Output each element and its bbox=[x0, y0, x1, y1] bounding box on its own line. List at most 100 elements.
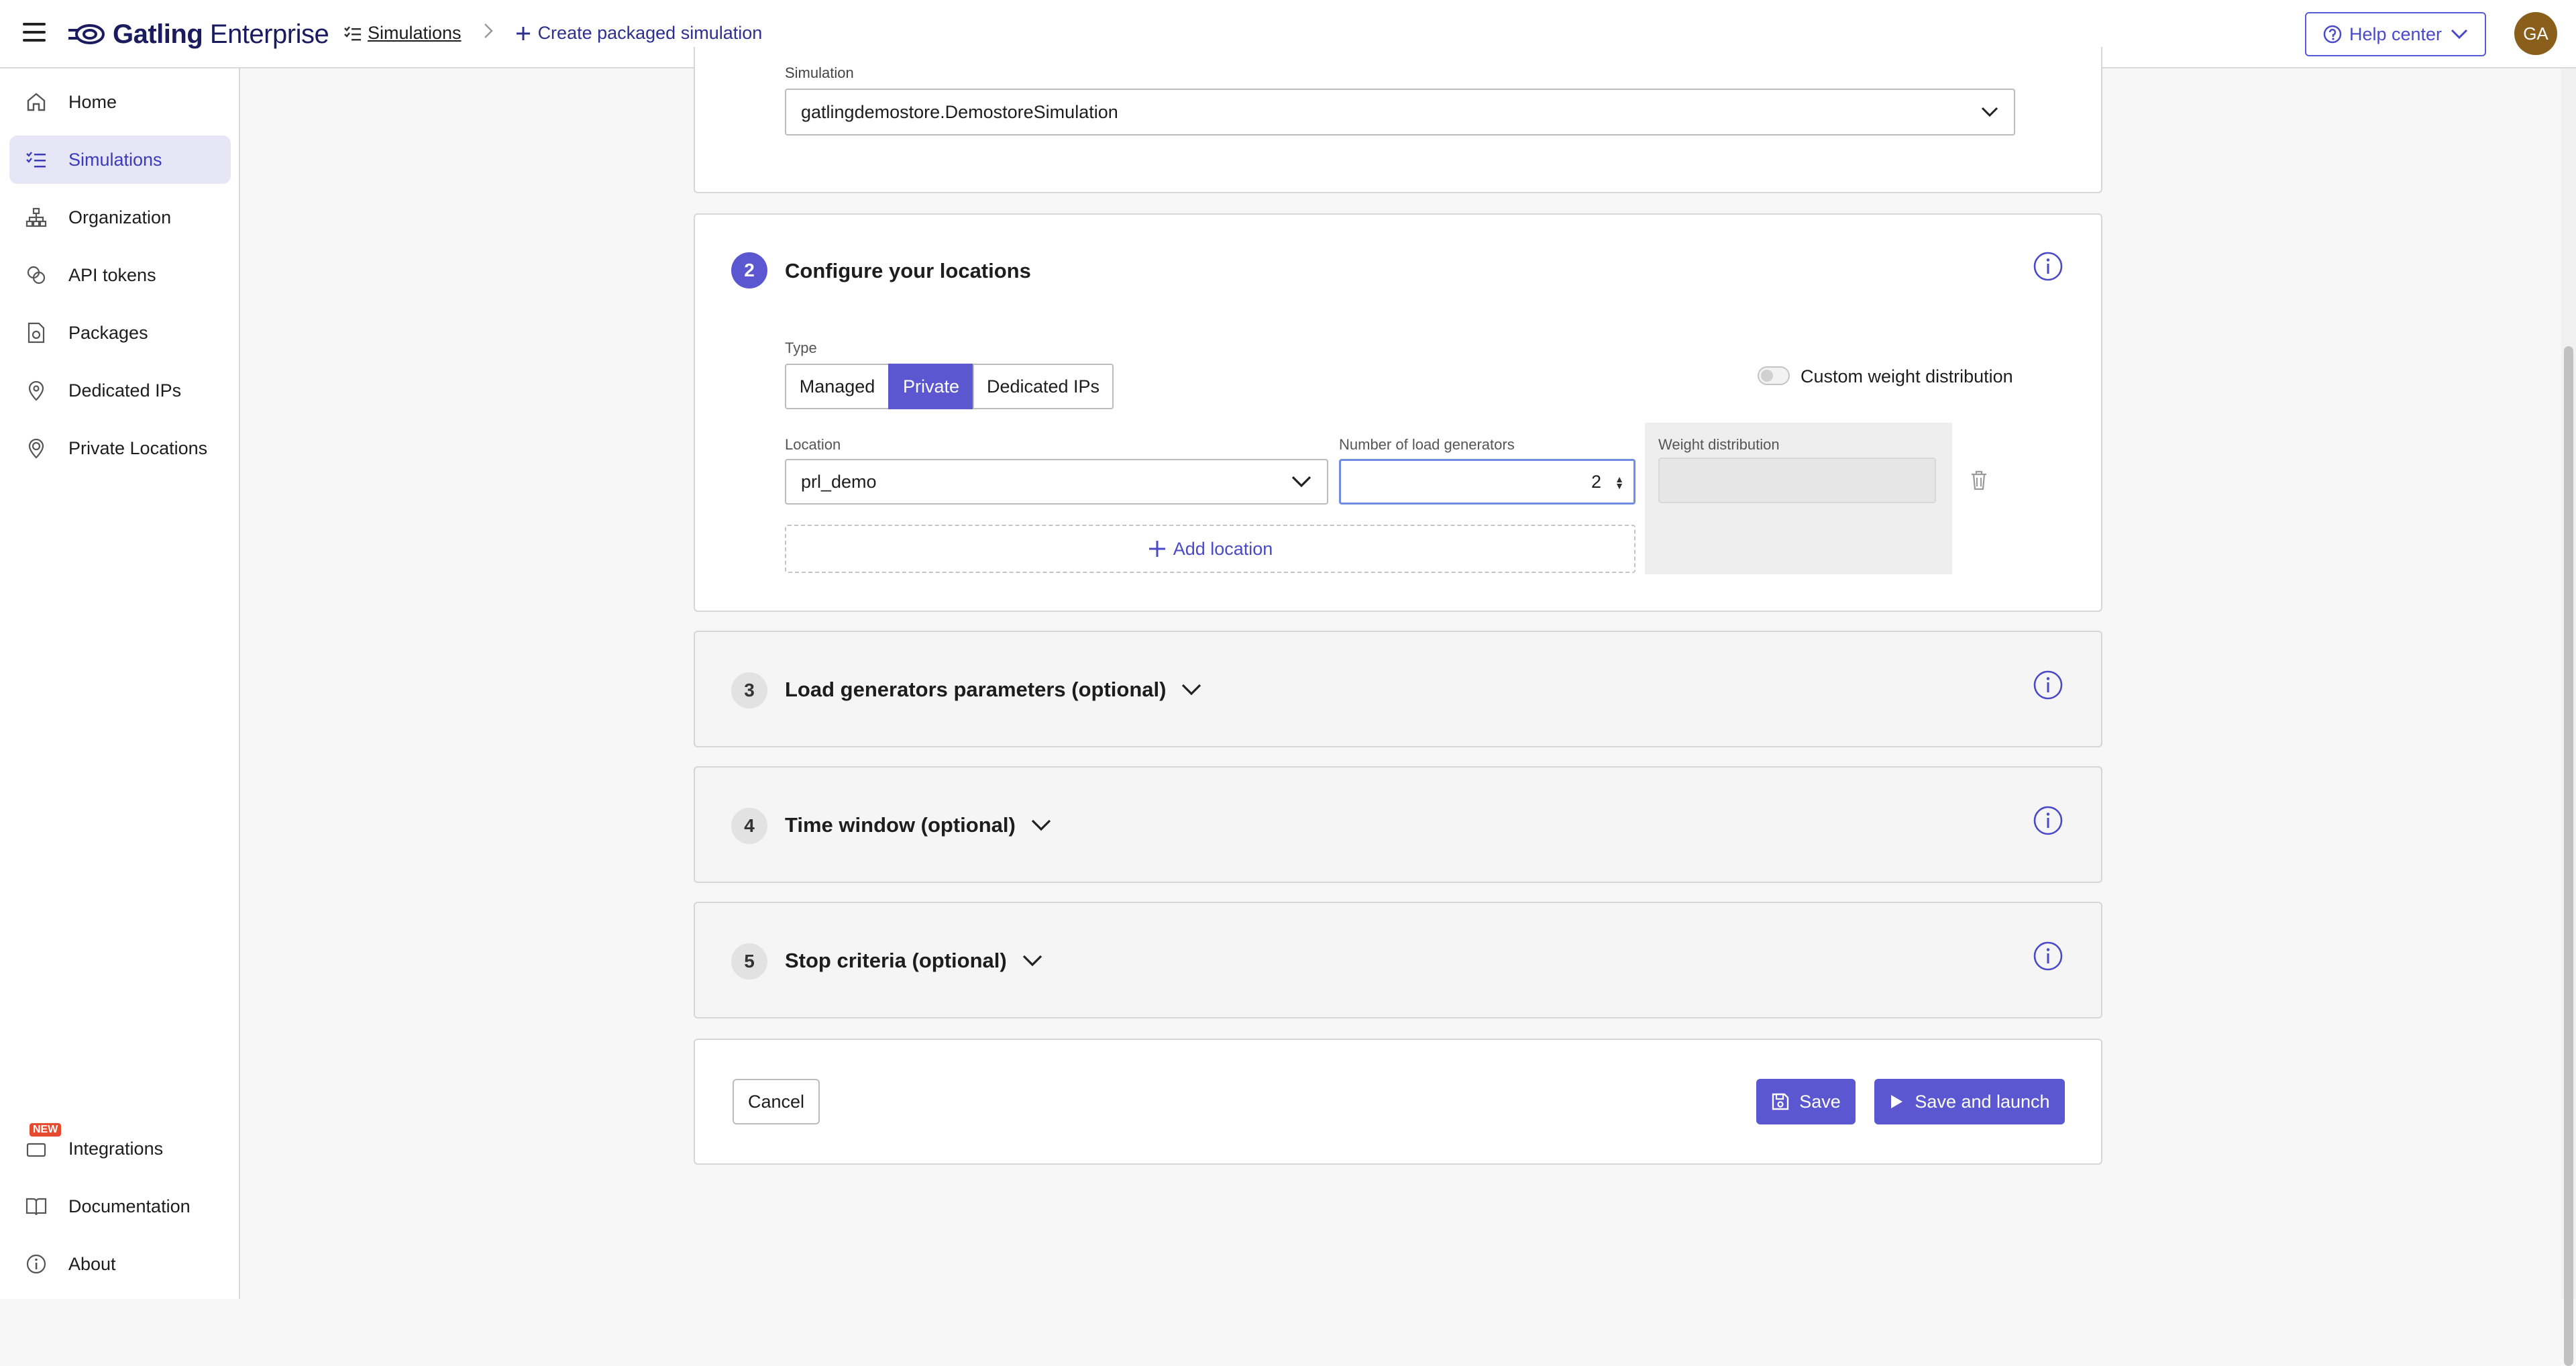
sidebar-item-label: Home bbox=[68, 91, 117, 112]
sidebar-item-label: Documentation bbox=[68, 1196, 191, 1216]
step-number: 2 bbox=[731, 252, 767, 288]
stop-criteria-card[interactable]: 5 Stop criteria (optional) bbox=[694, 902, 2102, 1018]
simulation-select-value: gatlingdemostore.DemostoreSimulation bbox=[801, 101, 1118, 122]
scrollbar-thumb[interactable] bbox=[2564, 346, 2573, 1366]
save-label: Save bbox=[1799, 1091, 1841, 1112]
step-title-label: Time window (optional) bbox=[785, 813, 1016, 837]
step-number: 4 bbox=[731, 808, 767, 844]
weight-input bbox=[1658, 458, 1936, 503]
custom-weight-toggle[interactable] bbox=[1758, 366, 1790, 385]
sidebar-item-packages[interactable]: Packages bbox=[9, 309, 231, 357]
gatling-logo[interactable]: Gatling Enterprise bbox=[67, 17, 329, 51]
stepper-icon[interactable]: ▲ ▼ bbox=[1615, 474, 1624, 490]
pin-icon bbox=[24, 378, 48, 403]
chevron-down-icon bbox=[1182, 684, 1201, 696]
logo-text: Gatling Enterprise bbox=[113, 19, 329, 49]
plus-icon bbox=[1148, 541, 1165, 557]
breadcrumb-create-label: Create packaged simulation bbox=[537, 23, 763, 43]
sidebar-item-dedicated-ips[interactable]: Dedicated IPs bbox=[9, 366, 231, 415]
question-icon bbox=[2323, 25, 2342, 44]
sidebar-item-label: Dedicated IPs bbox=[68, 380, 182, 401]
actions-card: Cancel Save Save and launch bbox=[694, 1039, 2102, 1165]
chevron-down-icon bbox=[1031, 819, 1051, 831]
info-icon[interactable] bbox=[2033, 251, 2063, 282]
trash-icon[interactable] bbox=[1970, 470, 1988, 491]
location-icon bbox=[24, 436, 48, 460]
avatar[interactable]: GA bbox=[2514, 12, 2557, 55]
info-icon[interactable] bbox=[2033, 805, 2063, 836]
sidebar-item-label: About bbox=[68, 1253, 116, 1274]
breadcrumb-simulations[interactable]: Simulations bbox=[343, 23, 462, 44]
help-center-label: Help center bbox=[2349, 23, 2443, 44]
org-icon bbox=[24, 205, 48, 229]
location-select-value: prl_demo bbox=[801, 471, 877, 492]
step-title: Stop criteria (optional) bbox=[785, 949, 1043, 973]
generators-value: 2 bbox=[1591, 471, 1601, 492]
breadcrumb-create[interactable]: Create packaged simulation bbox=[515, 23, 763, 44]
token-icon bbox=[24, 263, 48, 287]
sidebar-item-label: Packages bbox=[68, 322, 148, 343]
save-and-launch-button[interactable]: Save and launch bbox=[1874, 1079, 2065, 1124]
breadcrumb-separator-icon bbox=[483, 22, 494, 44]
save-and-launch-label: Save and launch bbox=[1915, 1091, 2050, 1112]
breadcrumb: Simulations Create packaged simulation bbox=[343, 22, 762, 44]
book-icon bbox=[24, 1194, 48, 1218]
load-generators-params-card[interactable]: 3 Load generators parameters (optional) bbox=[694, 631, 2102, 747]
help-center-button[interactable]: Help center bbox=[2305, 12, 2486, 56]
location-label: Location bbox=[785, 436, 841, 453]
sidebar-item-documentation[interactable]: Documentation bbox=[9, 1182, 231, 1230]
custom-weight-label: Custom weight distribution bbox=[1801, 366, 2013, 386]
list-icon bbox=[344, 25, 361, 40]
chevron-down-icon bbox=[1291, 476, 1311, 488]
gatling-logo-icon bbox=[68, 24, 105, 44]
time-window-card[interactable]: 4 Time window (optional) bbox=[694, 766, 2102, 883]
list-icon bbox=[24, 148, 48, 172]
simulation-card: Simulation gatlingdemostore.DemostoreSim… bbox=[694, 47, 2102, 193]
type-segmented-control: Managed Private Dedicated IPs bbox=[785, 364, 1114, 409]
add-location-button[interactable]: Add location bbox=[785, 525, 1635, 573]
generators-input[interactable]: 2 ▲ ▼ bbox=[1339, 459, 1635, 505]
play-icon bbox=[1891, 1095, 1903, 1108]
breadcrumb-simulations-label: Simulations bbox=[368, 23, 462, 43]
step-title: Configure your locations bbox=[785, 259, 1031, 282]
info-icon[interactable] bbox=[2033, 941, 2063, 971]
step-title-label: Load generators parameters (optional) bbox=[785, 678, 1167, 701]
step-title-label: Stop criteria (optional) bbox=[785, 949, 1007, 972]
step-number: 5 bbox=[731, 943, 767, 980]
add-location-label: Add location bbox=[1173, 538, 1273, 559]
sidebar-item-simulations[interactable]: Simulations bbox=[9, 136, 231, 184]
sidebar-item-home[interactable]: Home bbox=[9, 78, 231, 126]
package-icon bbox=[24, 321, 48, 345]
sidebar-item-label: Integrations bbox=[68, 1138, 164, 1159]
generators-label: Number of load generators bbox=[1339, 436, 1515, 453]
cancel-button[interactable]: Cancel bbox=[733, 1079, 820, 1124]
sidebar-item-integrations[interactable]: NEW Integrations bbox=[9, 1123, 231, 1173]
save-icon bbox=[1772, 1093, 1789, 1110]
simulation-label: Simulation bbox=[785, 64, 854, 81]
new-badge: NEW bbox=[30, 1123, 62, 1137]
chevron-down-icon bbox=[1022, 955, 1042, 967]
simulation-select[interactable]: gatlingdemostore.DemostoreSimulation bbox=[785, 89, 2015, 136]
chevron-down-icon bbox=[1981, 107, 1998, 117]
scrollbar[interactable] bbox=[2561, 68, 2576, 1366]
save-button[interactable]: Save bbox=[1756, 1079, 1856, 1124]
sidebar-item-private-locations[interactable]: Private Locations bbox=[9, 424, 231, 472]
sidebar-item-about[interactable]: About bbox=[9, 1240, 231, 1288]
step-number: 3 bbox=[731, 672, 767, 708]
sidebar-item-label: Simulations bbox=[68, 149, 162, 170]
menu-icon[interactable] bbox=[23, 23, 46, 46]
type-managed-button[interactable]: Managed bbox=[785, 364, 890, 409]
sidebar-item-label: API tokens bbox=[68, 264, 156, 285]
type-private-button[interactable]: Private bbox=[888, 364, 974, 409]
plus-icon bbox=[516, 26, 530, 40]
step-title: Time window (optional) bbox=[785, 813, 1052, 837]
sidebar-item-organization[interactable]: Organization bbox=[9, 193, 231, 242]
weight-label: Weight distribution bbox=[1658, 436, 1780, 453]
type-dedicated-ips-button[interactable]: Dedicated IPs bbox=[973, 364, 1114, 409]
location-select[interactable]: prl_demo bbox=[785, 459, 1328, 505]
info-icon bbox=[24, 1252, 48, 1276]
sidebar-item-api-tokens[interactable]: API tokens bbox=[9, 251, 231, 299]
info-icon[interactable] bbox=[2033, 670, 2063, 700]
chevron-down-icon bbox=[2451, 29, 2468, 40]
sidebar-item-label: Organization bbox=[68, 207, 172, 227]
